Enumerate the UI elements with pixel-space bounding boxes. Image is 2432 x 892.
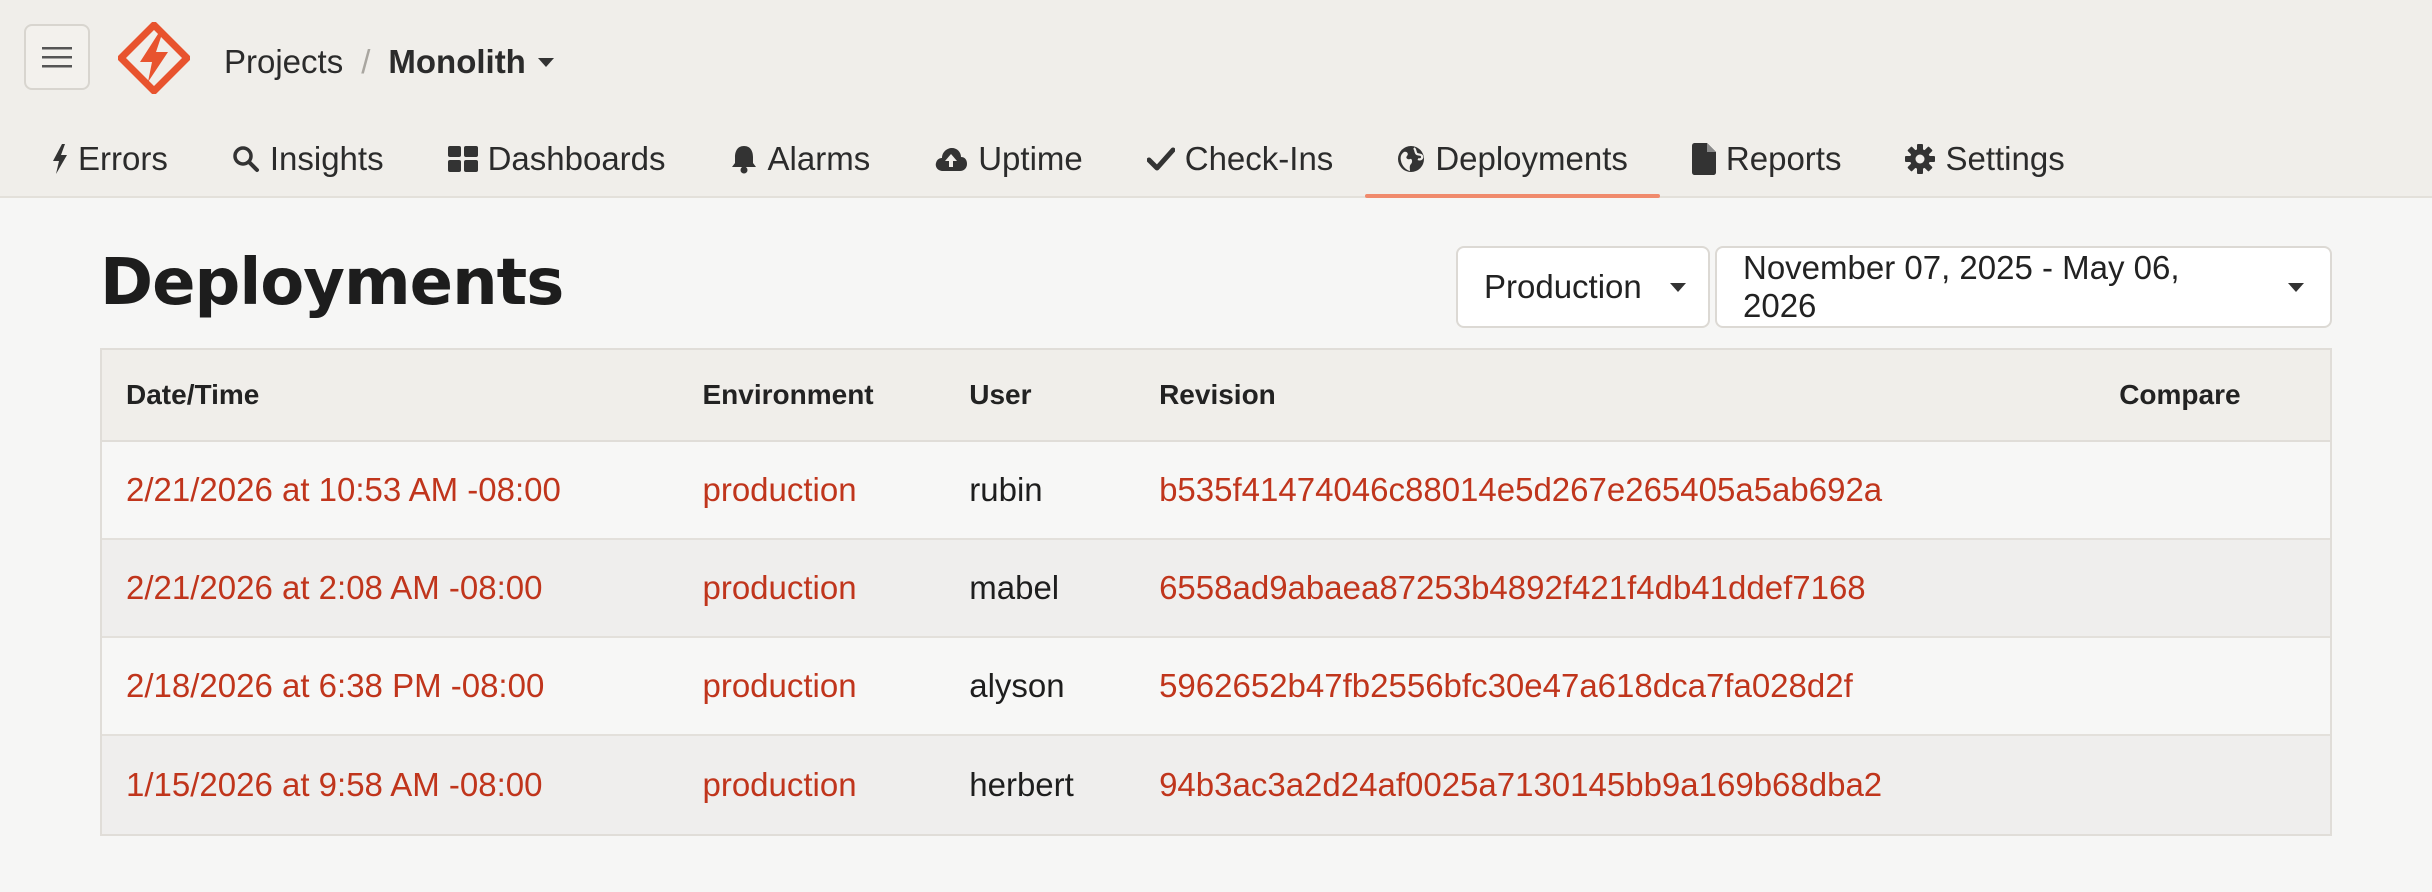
- breadcrumb-projects-link[interactable]: Projects: [224, 43, 343, 81]
- environment-link[interactable]: production: [702, 667, 856, 704]
- tab-uptime[interactable]: Uptime: [902, 120, 1115, 198]
- deploy-user: alyson: [969, 667, 1065, 704]
- deployment-datetime-link[interactable]: 2/18/2026 at 6:38 PM -08:00: [126, 667, 544, 704]
- check-icon: [1146, 147, 1175, 171]
- date-range-select[interactable]: November 07, 2025 - May 06, 2026: [1715, 246, 2332, 328]
- revision-link[interactable]: b535f41474046c88014e5d267e265405a5ab692a: [1159, 471, 1882, 508]
- environment-select[interactable]: Production: [1456, 246, 1710, 328]
- tab-label: Alarms: [767, 140, 871, 177]
- column-header-compare: Compare: [2119, 379, 2241, 410]
- tab-label: Uptime: [978, 140, 1083, 177]
- tab-dashboards[interactable]: Dashboards: [416, 120, 698, 198]
- column-header-revision: Revision: [1159, 379, 1276, 410]
- deploy-user: rubin: [969, 471, 1043, 508]
- bell-icon: [730, 144, 758, 174]
- honeybadger-logo-icon[interactable]: [118, 22, 190, 94]
- table-row: 2/21/2026 at 2:08 AM -08:00 production m…: [102, 540, 2330, 638]
- column-header-datetime: Date/Time: [126, 379, 260, 410]
- chevron-down-icon: [2288, 282, 2304, 292]
- environment-link[interactable]: production: [702, 766, 856, 803]
- breadcrumb: Projects / Monolith: [224, 38, 554, 86]
- tab-deployments[interactable]: Deployments: [1365, 120, 1660, 198]
- table-row: 1/15/2026 at 9:58 AM -08:00 production h…: [102, 736, 2330, 834]
- revision-link[interactable]: 94b3ac3a2d24af0025a7130145bb9a169b68dba2: [1159, 766, 1882, 803]
- tab-check-ins[interactable]: Check-Ins: [1115, 120, 1366, 198]
- table-row: 2/18/2026 at 6:38 PM -08:00 production a…: [102, 638, 2330, 736]
- grid-icon: [447, 146, 478, 172]
- environment-link[interactable]: production: [702, 569, 856, 606]
- project-tabs: Errors Insights Dashboards Alarms Uptime: [0, 120, 2097, 198]
- cloud-upload-icon: [934, 146, 968, 172]
- project-switcher[interactable]: Monolith: [388, 43, 554, 81]
- tab-reports[interactable]: Reports: [1660, 120, 1874, 198]
- tab-label: Settings: [1945, 140, 2065, 177]
- hamburger-icon: [42, 47, 72, 68]
- deployment-datetime-link[interactable]: 2/21/2026 at 10:53 AM -08:00: [126, 471, 561, 508]
- tab-label: Errors: [78, 140, 168, 177]
- column-header-environment: Environment: [702, 379, 874, 410]
- top-navigation: Projects / Monolith Errors Insights Dash…: [0, 0, 2432, 198]
- table-header: Date/Time Environment User Revision Comp…: [102, 350, 2330, 442]
- table-row: 2/21/2026 at 10:53 AM -08:00 production …: [102, 442, 2330, 540]
- environment-select-value: Production: [1484, 268, 1642, 305]
- tab-alarms[interactable]: Alarms: [698, 120, 903, 198]
- revision-link[interactable]: 6558ad9abaea87253b4892f421f4db41ddef7168: [1159, 569, 1866, 606]
- deploy-user: herbert: [969, 766, 1074, 803]
- tab-errors[interactable]: Errors: [0, 120, 200, 198]
- environment-link[interactable]: production: [702, 471, 856, 508]
- search-icon: [232, 145, 260, 173]
- deployment-datetime-link[interactable]: 2/21/2026 at 2:08 AM -08:00: [126, 569, 542, 606]
- date-range-select-value: November 07, 2025 - May 06, 2026: [1743, 249, 2180, 324]
- revision-link[interactable]: 5962652b47fb2556bfc30e47a618dca7fa028d2f: [1159, 667, 1853, 704]
- project-name: Monolith: [388, 43, 526, 80]
- deployments-table: Date/Time Environment User Revision Comp…: [100, 348, 2332, 836]
- breadcrumb-separator: /: [361, 43, 371, 80]
- page-title: Deployments: [100, 246, 564, 320]
- chevron-down-icon: [537, 57, 554, 67]
- tab-insights[interactable]: Insights: [200, 120, 416, 198]
- globe-icon: [1397, 145, 1425, 173]
- tab-label: Reports: [1725, 140, 1842, 177]
- deployment-datetime-link[interactable]: 1/15/2026 at 9:58 AM -08:00: [126, 766, 542, 803]
- column-header-user: User: [969, 379, 1032, 410]
- bolt-icon: [52, 144, 68, 174]
- deploy-user: mabel: [969, 569, 1060, 606]
- tab-label: Check-Ins: [1184, 140, 1334, 177]
- tab-label: Insights: [269, 140, 384, 177]
- gear-icon: [1905, 144, 1936, 174]
- file-icon: [1691, 143, 1716, 175]
- menu-toggle-button[interactable]: [24, 24, 90, 90]
- tab-settings[interactable]: Settings: [1873, 120, 2096, 198]
- chevron-down-icon: [1669, 282, 1686, 292]
- tab-label: Dashboards: [487, 140, 666, 177]
- tab-label: Deployments: [1435, 140, 1628, 177]
